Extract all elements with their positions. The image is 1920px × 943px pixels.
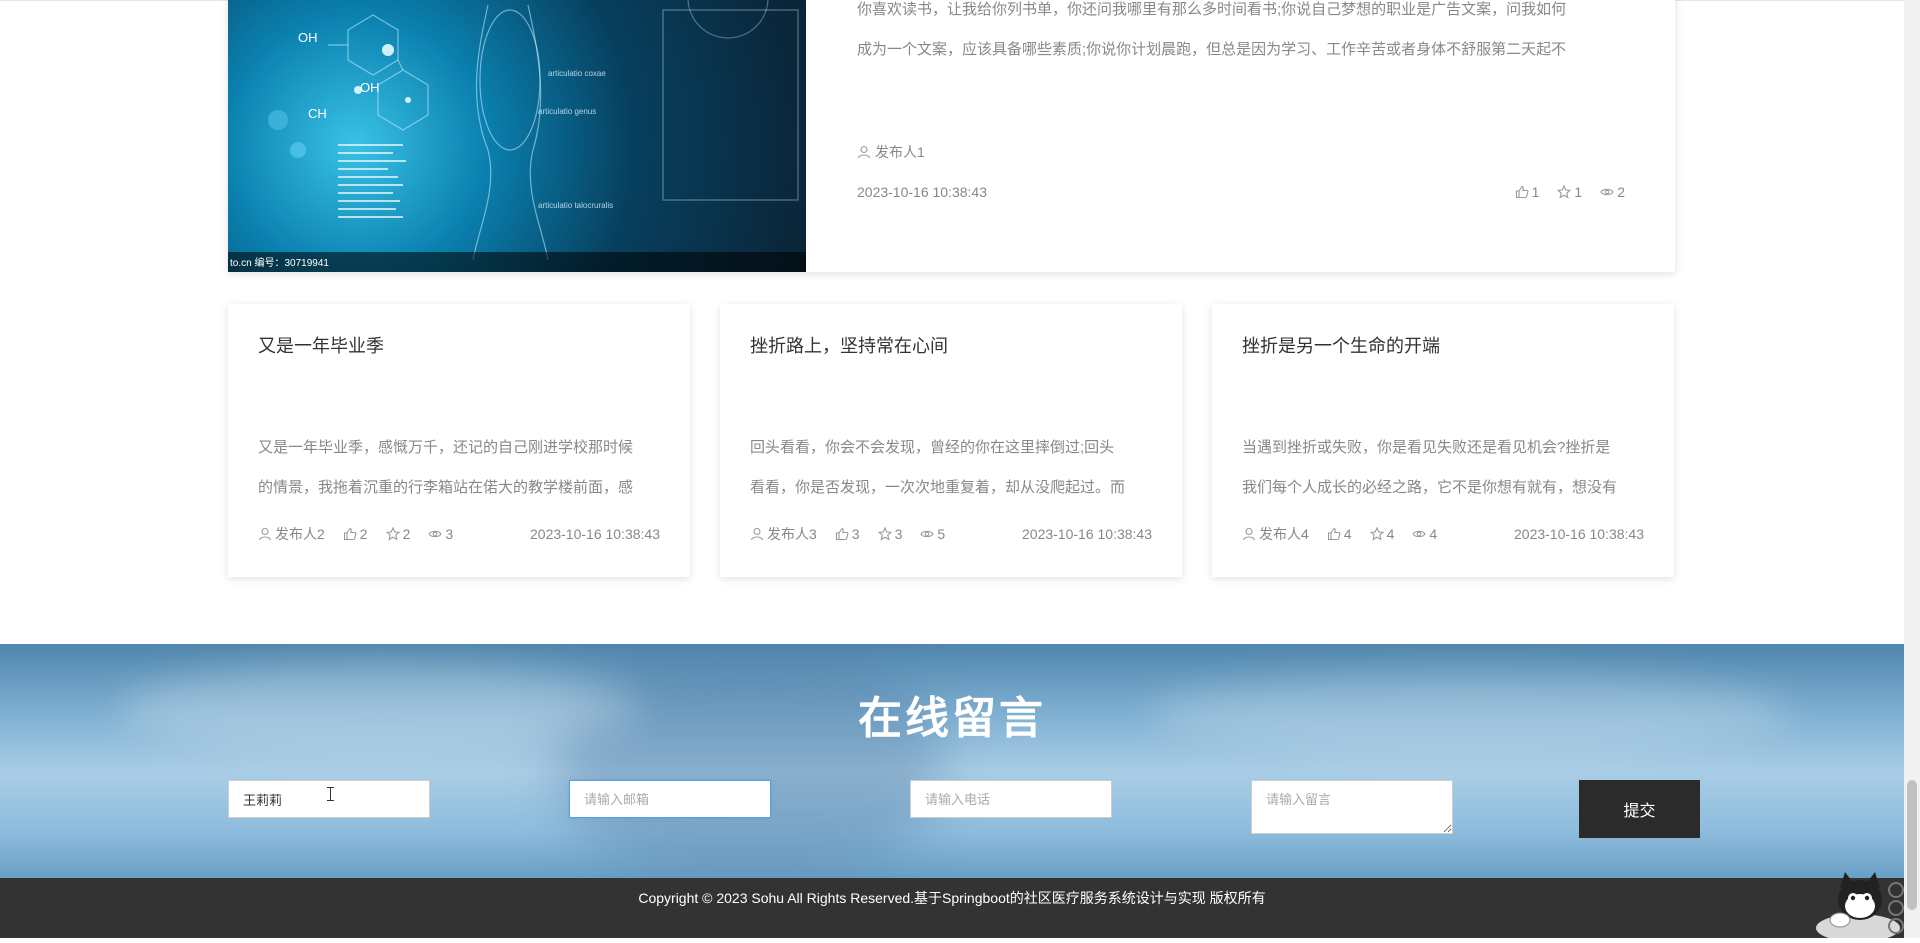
author-name: 发布人2 [275,526,325,542]
author-stat: 发布人4 [1242,524,1309,544]
thumbs-up-icon [835,527,849,541]
favorite-stat[interactable]: 4 [1369,526,1395,542]
section-title: 在线留言 [858,693,1046,744]
image-label: OH [298,30,318,45]
view-count: 2 [1617,184,1625,200]
article-title[interactable]: 挫折路上，坚持常在心间 [750,332,948,358]
author-name: 发布人4 [1259,526,1309,542]
featured-article-excerpt: 你喜欢读书，让我给你列书单，你还问我哪里有那么多时间看书;你说自己梦想的职业是广… [857,0,1647,70]
article-excerpt: 又是一年毕业季，感慨万千，还记的自己刚进学校那时候 的情景，我拖着沉重的行李箱站… [258,428,660,508]
star-icon [1369,527,1384,541]
eye-icon [1412,527,1427,541]
article-card[interactable]: 挫折路上，坚持常在心间 回头看看，你会不会发现，曾经的你在这里摔倒过;回头 看看… [720,304,1182,577]
view-count: 4 [1429,526,1438,542]
like-stat[interactable]: 3 [835,526,860,542]
scrollbar-thumb[interactable] [1907,780,1917,910]
page-scrollbar[interactable] [1904,0,1920,938]
image-label: articulatio coxae [548,69,606,78]
article-excerpt: 回头看看，你会不会发现，曾经的你在这里摔倒过;回头 看看，你是否发现，一次次地重… [750,428,1152,508]
phone-input[interactable] [910,780,1112,818]
message-textarea[interactable] [1251,780,1453,834]
eye-icon [920,527,935,541]
article-meta: 发布人3 3 3 5 2023-10-16 10:38:43 [750,524,1152,544]
excerpt-line: 成为一个文案，应该具备哪些素质;你说你计划晨跑，但总是因为学习、工作辛苦或者身体… [857,41,1567,58]
author-stat: 发布人2 [258,524,325,544]
view-stat: 4 [1412,526,1437,542]
star-icon [877,527,892,541]
favorite-stat[interactable]: 2 [385,526,411,542]
image-caption: to.cn 编号：30719941 [230,256,329,269]
star-icon [385,527,400,541]
cat-mascot-icon[interactable] [1810,868,1910,942]
article-title[interactable]: 挫折是另一个生命的开端 [1242,332,1440,358]
excerpt-line: 看看，你是否发现，一次次地重复着，却从没爬起过。而 [750,479,1126,496]
like-stat[interactable]: 1 [1515,184,1540,200]
favorite-count: 2 [402,526,411,542]
article-date: 2023-10-16 10:38:43 [530,526,660,542]
excerpt-line: 的情景，我拖着沉重的行李箱站在偌大的教学楼前面，感 [258,479,634,496]
like-stat[interactable]: 4 [1327,526,1352,542]
featured-article-image[interactable]: OH OH CH articulatio coxae articulatio g… [228,0,806,272]
article-card[interactable]: 挫折是另一个生命的开端 当遇到挫折或失败，你是看见失败还是看见机会?挫折是 我们… [1212,304,1674,577]
thumbs-up-icon [1327,527,1341,541]
eye-icon [1600,185,1614,199]
eye-icon [428,527,443,541]
view-stat: 5 [920,526,945,542]
text-cursor [327,787,334,801]
user-icon [258,527,272,541]
submit-button[interactable]: 提交 [1579,780,1700,838]
excerpt-line: 回头看看，你会不会发现，曾经的你在这里摔倒过;回头 [750,439,1115,456]
featured-author: 发布人1 [857,142,925,162]
view-count: 5 [937,526,946,542]
article-meta: 发布人2 2 2 3 2023-10-16 10:38:43 [258,524,660,544]
like-stat[interactable]: 2 [343,526,368,542]
excerpt-line: 你喜欢读书，让我给你列书单，你还问我哪里有那么多时间看书;你说自己梦想的职业是广… [857,1,1567,18]
like-count: 3 [851,526,860,542]
article-title[interactable]: 又是一年毕业季 [258,332,384,358]
email-input[interactable] [569,780,771,818]
user-icon [857,145,871,159]
star-icon [1557,185,1572,199]
favorite-stat[interactable]: 3 [877,526,903,542]
excerpt-line: 我们每个人成长的必经之路，它不是你想有就有，想没有 [1242,479,1618,496]
article-excerpt: 当遇到挫折或失败，你是看见失败还是看见机会?挫折是 我们每个人成长的必经之路，它… [1242,428,1644,508]
user-icon [1242,527,1256,541]
thumbs-up-icon [343,527,357,541]
excerpt-line: 又是一年毕业季，感慨万千，还记的自己刚进学校那时候 [258,439,634,456]
article-date: 2023-10-16 10:38:43 [1514,526,1644,542]
featured-article-card[interactable]: OH OH CH articulatio coxae articulatio g… [228,0,1675,272]
favorite-stat[interactable]: 1 [1557,184,1582,200]
view-stat: 3 [428,526,453,542]
view-count: 3 [445,526,454,542]
view-stat: 2 [1600,184,1625,200]
favorite-count: 4 [1386,526,1395,542]
like-count: 1 [1531,184,1540,200]
author-name: 发布人1 [875,144,925,160]
favorite-count: 1 [1574,184,1583,200]
copyright-text: Copyright © 2023 Sohu All Rights Reserve… [638,890,1266,906]
image-label: OH [360,80,380,95]
like-count: 2 [359,526,368,542]
online-message-section: 在线留言 提交 [0,644,1904,878]
favorite-count: 3 [894,526,903,542]
article-date: 2023-10-16 10:38:43 [1022,526,1152,542]
image-label: articulatio genus [538,107,596,116]
featured-stats: 1 1 2 [1515,184,1625,200]
name-input[interactable] [228,780,430,818]
like-count: 4 [1343,526,1352,542]
image-label: CH [308,106,327,121]
thumbs-up-icon [1515,185,1529,199]
excerpt-line: 当遇到挫折或失败，你是看见失败还是看见机会?挫折是 [1242,439,1611,456]
author-name: 发布人3 [767,526,817,542]
image-label: articulatio talocruralis [538,201,613,210]
author-stat: 发布人3 [750,524,817,544]
featured-date: 2023-10-16 10:38:43 [857,184,987,200]
user-icon [750,527,764,541]
article-card[interactable]: 又是一年毕业季 又是一年毕业季，感慨万千，还记的自己刚进学校那时候 的情景，我拖… [228,304,690,577]
article-meta: 发布人4 4 4 4 2023-10-16 10:38:43 [1242,524,1644,544]
footer: Copyright © 2023 Sohu All Rights Reserve… [0,878,1904,938]
